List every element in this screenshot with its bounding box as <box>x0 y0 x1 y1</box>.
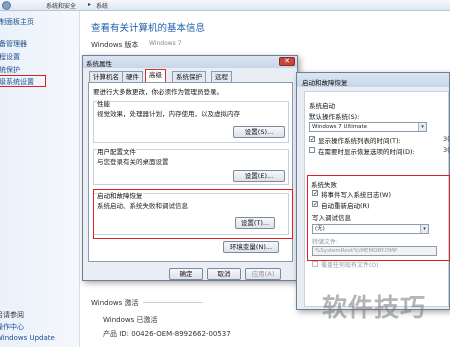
tab-hardware[interactable]: 硬件 <box>122 71 143 82</box>
default-os-select[interactable]: Windows 7 Ultimate ▾ <box>309 122 427 132</box>
back-button[interactable] <box>2 1 11 10</box>
show-os-list-label: 显示操作系统列表的时间(T): <box>318 137 401 145</box>
default-os-label: 默认操作系统(S): <box>309 113 360 121</box>
windows-edition-value: Windows 7 <box>149 40 182 47</box>
close-button[interactable]: ✕ <box>279 57 295 66</box>
control-panel-sidebar: 控制面板主页 设备管理器 远程设置 系统保护 高级系统设置 另请参阅 操作中心 … <box>0 11 80 347</box>
sidebar-see-also: 另请参阅 <box>0 311 24 319</box>
overwrite-label: 覆盖任何现有文件(O) <box>321 262 379 269</box>
show-os-list-checkbox[interactable]: ✓ <box>309 136 315 143</box>
sidebar-item-system-protection[interactable]: 系统保护 <box>0 65 20 75</box>
explorer-address-bar: 系统和安全 ▸ 系统 <box>0 0 450 11</box>
system-properties-dialog: 系统属性 ✕ 计算机名 硬件 高级 系统保护 远程 要进行大多数更改，你必须作为… <box>82 55 298 281</box>
show-recovery-checkbox[interactable] <box>309 147 315 153</box>
ok-button[interactable]: 确定 <box>169 268 203 280</box>
windows-edition-heading: Windows 版本 <box>91 41 139 49</box>
breadcrumb-system-security[interactable]: 系统和安全 <box>46 1 76 10</box>
performance-title: 性能 <box>97 98 110 108</box>
performance-desc: 视觉效果，处理器计划，内存使用，以及虚拟内存 <box>97 110 240 118</box>
apply-button[interactable]: 应用(A) <box>245 268 281 280</box>
section-divider <box>143 302 203 303</box>
sidebar-item-home[interactable]: 控制面板主页 <box>0 17 34 27</box>
tab-advanced[interactable]: 高级 <box>145 69 166 83</box>
watermark-text: 软件技巧 <box>322 293 427 322</box>
page-title: 查看有关计算机的基本信息 <box>91 23 206 34</box>
sidebar-item-device-manager[interactable]: 设备管理器 <box>0 39 27 49</box>
default-os-value: Windows 7 Ultimate <box>312 124 368 130</box>
show-recovery-label: 在需要时显示恢复选项的时间(D): <box>318 148 415 156</box>
cancel-button[interactable]: 取消 <box>207 268 241 280</box>
recovery-time-field[interactable]: 3( <box>443 146 450 154</box>
activation-heading: Windows 激活 <box>91 299 139 307</box>
annotation-highlight-system-failure <box>307 175 450 261</box>
overwrite-checkbox[interactable] <box>312 261 318 267</box>
performance-settings-button[interactable]: 设置(S)... <box>233 126 285 138</box>
activation-status: Windows 已激活 <box>103 316 158 324</box>
system-startup-heading: 系统启动 <box>309 102 335 110</box>
sidebar-item-windows-update[interactable]: Windows Update <box>0 334 55 342</box>
user-profiles-title: 用户配置文件 <box>97 146 136 156</box>
annotation-highlight-startup-group <box>93 189 293 239</box>
user-profiles-settings-button[interactable]: 设置(E)... <box>233 170 285 182</box>
dialog-title: 系统属性 <box>86 60 112 68</box>
os-list-time-field[interactable]: 3( <box>443 135 450 143</box>
breadcrumb-separator: ▸ <box>88 1 92 8</box>
admin-note: 要进行大多数更改，你必须作为管理员登录。 <box>93 88 223 96</box>
product-id: 产品 ID: 00426-OEM-8992662-00537 <box>103 330 231 338</box>
sidebar-item-action-center[interactable]: 操作中心 <box>0 322 24 332</box>
dialog-titlebar[interactable]: 系统属性 ✕ <box>83 56 297 68</box>
annotation-highlight-advanced-settings <box>0 75 46 87</box>
tab-system-protection[interactable]: 系统保护 <box>172 71 206 82</box>
dialog-titlebar[interactable]: 启动和故障恢复 <box>297 73 449 87</box>
breadcrumb-system[interactable]: 系统 <box>96 1 108 10</box>
sidebar-item-remote-settings[interactable]: 远程设置 <box>0 52 20 62</box>
user-profiles-desc: 与您登录有关的桌面设置 <box>97 158 169 166</box>
dialog-title: 启动和故障恢复 <box>302 79 348 87</box>
tab-computer-name[interactable]: 计算机名 <box>89 71 123 82</box>
environment-variables-button[interactable]: 环境变量(N)... <box>223 241 279 253</box>
chevron-down-icon: ▾ <box>418 123 426 131</box>
tab-remote[interactable]: 远程 <box>211 71 232 82</box>
